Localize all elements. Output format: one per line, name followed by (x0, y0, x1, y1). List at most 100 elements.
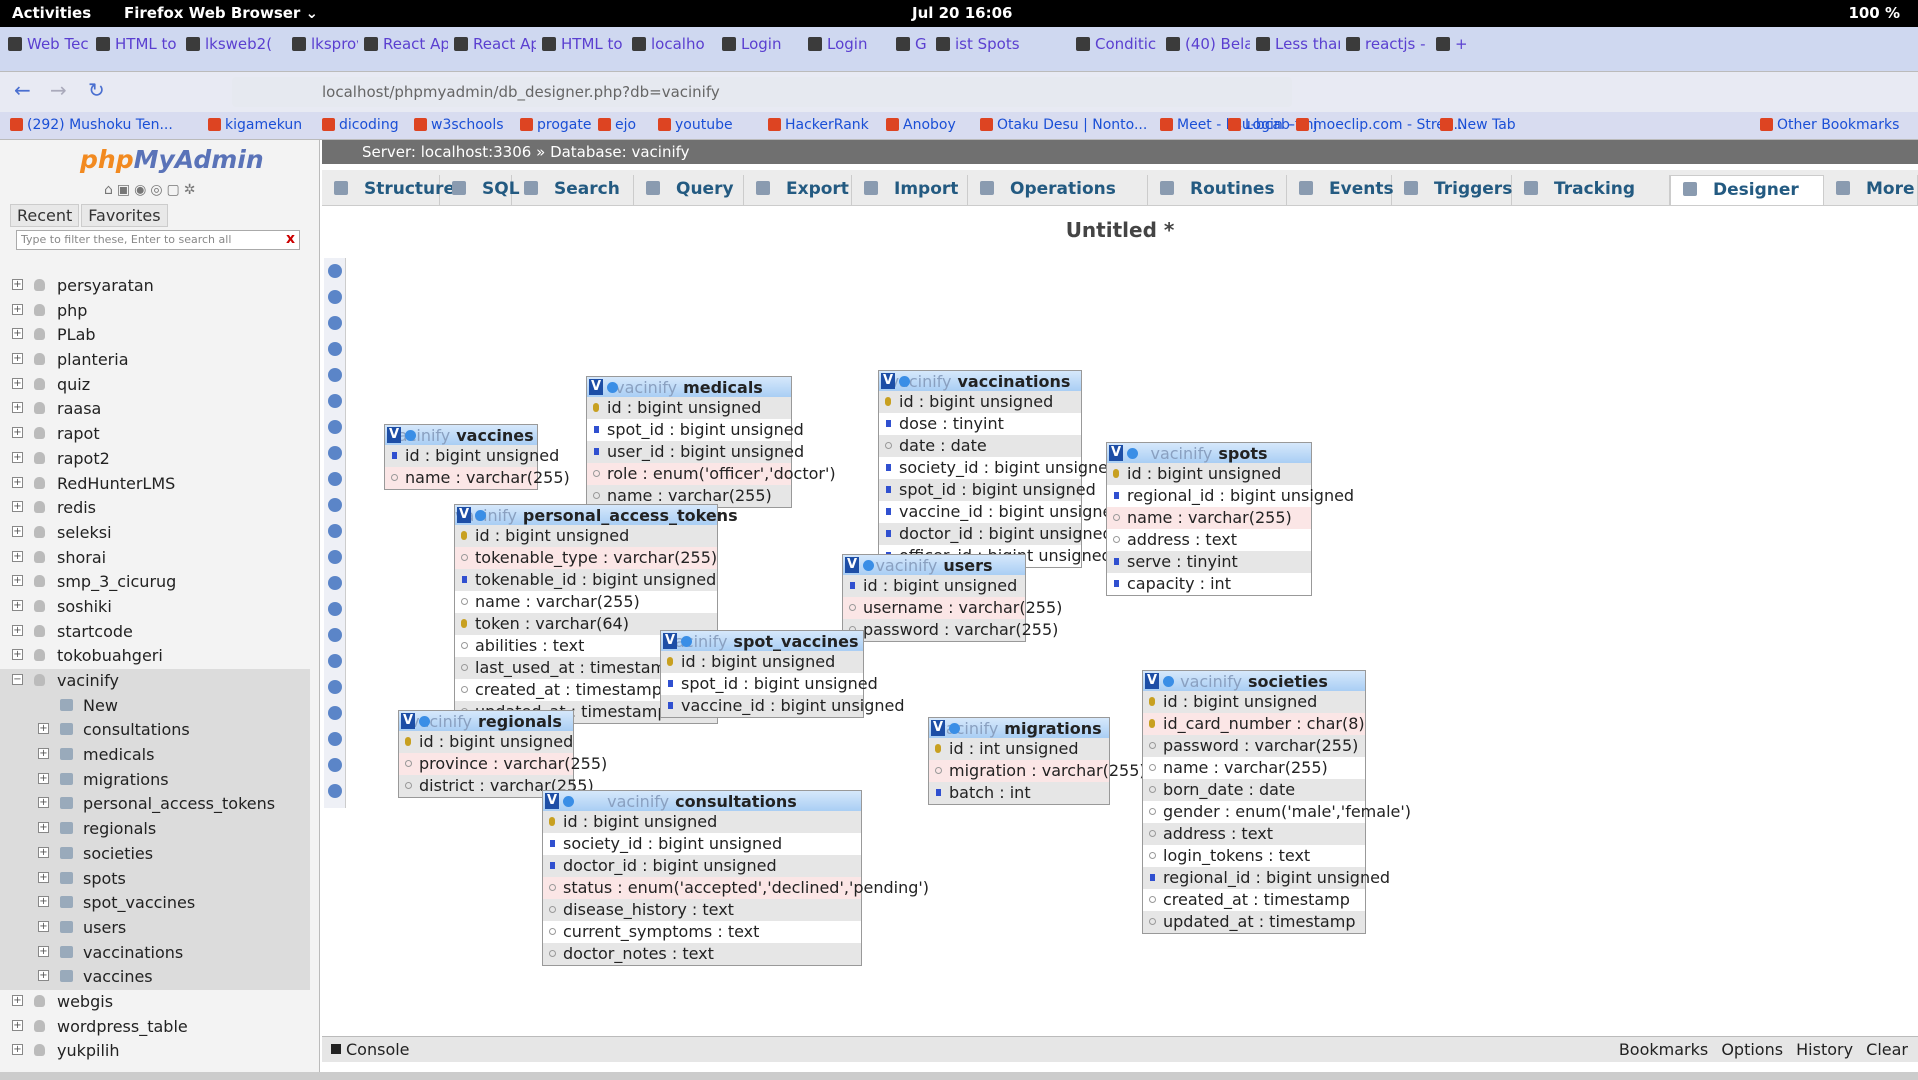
table-column-row[interactable]: disease_history : text (543, 899, 861, 921)
menu-tab-events[interactable]: Events (1287, 175, 1394, 205)
designer-tool-icon[interactable] (328, 680, 342, 694)
designer-table-regionals[interactable]: Vvacinify regionals id : bigint unsigned pr… (398, 710, 607, 798)
table-column-row[interactable]: id : bigint unsigned (843, 575, 1025, 597)
table-column-row[interactable]: id : bigint unsigned (385, 445, 559, 467)
menu-tab-triggers[interactable]: Triggers (1392, 175, 1512, 205)
table-column-row[interactable]: status : enum('accepted','declined','pen… (543, 877, 929, 899)
table-column-row[interactable]: doctor_id : bigint unsigned (543, 855, 861, 877)
table-column-row[interactable]: vaccine_id : bigint unsigned (661, 695, 905, 717)
designer-table-vaccinations[interactable]: Vvacinify vaccinations id : bigint unsigne… (878, 370, 1123, 568)
table-column-row[interactable]: id : bigint unsigned (399, 731, 573, 753)
horizontal-scrollbar[interactable] (0, 1072, 1918, 1080)
table-column-row[interactable]: username : varchar(255) (843, 597, 1062, 619)
tree-database-item[interactable]: + raasa (0, 397, 310, 422)
console-toggle[interactable]: Console (331, 1040, 410, 1059)
tree-database-item[interactable]: + rapot2 (0, 447, 310, 472)
expand-toggle-icon[interactable]: − (12, 674, 23, 685)
browser-tab[interactable]: lksweb2( (186, 35, 286, 65)
toggle-columns-icon[interactable]: V (401, 713, 415, 729)
table-column-row[interactable]: updated_at : timestamp (1143, 911, 1365, 933)
browser-tab[interactable]: + (1436, 35, 1474, 65)
table-column-row[interactable]: regional_id : bigint unsigned (1143, 867, 1390, 889)
table-column-row[interactable]: capacity : int (1107, 573, 1311, 595)
forward-icon[interactable]: → (50, 78, 67, 102)
tab-favorites[interactable]: Favorites (81, 204, 168, 227)
tree-table-item[interactable]: + consultations (0, 718, 310, 744)
table-column-row[interactable]: doctor_notes : text (543, 943, 861, 965)
table-column-row[interactable]: id : bigint unsigned (879, 391, 1081, 413)
activities-button[interactable]: Activities (12, 4, 91, 22)
browser-tab[interactable]: Login (808, 35, 890, 65)
table-column-row[interactable]: society_id : bigint unsigned (543, 833, 861, 855)
toggle-columns-icon[interactable]: V (845, 557, 859, 573)
browser-tab[interactable]: Web Tec (8, 35, 90, 65)
expand-toggle-icon[interactable]: + (38, 896, 49, 908)
bookmark-item[interactable]: youtube (658, 117, 733, 133)
expand-toggle-icon[interactable]: + (38, 748, 49, 760)
table-column-row[interactable]: name : varchar(255) (455, 591, 717, 613)
bookmark-item[interactable]: Login - (1228, 117, 1292, 133)
table-column-row[interactable]: role : enum('officer','doctor') (587, 463, 836, 485)
console-bookmarks-link[interactable]: Bookmarks (1619, 1040, 1708, 1059)
url-bar[interactable]: localhost/phpmyadmin/db_designer.php?db=… (232, 77, 1292, 107)
browser-tab[interactable]: HTML to JSX (96, 35, 180, 65)
table-column-row[interactable]: id : bigint unsigned (1107, 463, 1311, 485)
table-options-icon[interactable] (419, 716, 430, 727)
browser-tab[interactable]: (40) Bela (1166, 35, 1250, 65)
toggle-columns-icon[interactable]: V (387, 427, 401, 443)
tree-database-item[interactable]: − vacinify (0, 669, 310, 694)
table-column-row[interactable]: spot_id : bigint unsigned (879, 479, 1096, 501)
expand-toggle-icon[interactable]: + (12, 476, 23, 488)
expand-toggle-icon[interactable]: + (12, 451, 23, 463)
table-column-row[interactable]: name : varchar(255) (385, 467, 570, 489)
designer-tool-icon[interactable] (328, 472, 342, 486)
designer-table-societies[interactable]: Vvacinify societies id : bigint unsigned id… (1142, 670, 1411, 934)
tree-table-item[interactable]: + vaccines (0, 965, 310, 990)
menu-tab-designer[interactable]: Designer (1670, 175, 1824, 205)
menu-tab-tracking[interactable]: Tracking (1512, 175, 1670, 205)
designer-tool-icon[interactable] (328, 706, 342, 720)
tree-database-item[interactable]: + yukpilih (0, 1039, 310, 1064)
table-column-row[interactable]: gender : enum('male','female') (1143, 801, 1411, 823)
tree-table-item[interactable]: + spots (0, 866, 310, 892)
designer-tool-icon[interactable] (328, 368, 342, 382)
expand-toggle-icon[interactable]: + (12, 624, 23, 636)
clock[interactable]: Jul 20 16:06 (912, 4, 1012, 22)
designer-tool-icon[interactable] (328, 394, 342, 408)
designer-tool-icon[interactable] (328, 446, 342, 460)
designer-table-vaccines[interactable]: Vvacinify vaccines id : bigint unsigned nam… (384, 424, 570, 490)
tab-recent[interactable]: Recent (10, 204, 80, 227)
table-column-row[interactable]: born_date : date (1143, 779, 1365, 801)
designer-table-migrations[interactable]: Vvacinify migrations id : int unsigned migr… (928, 717, 1146, 805)
table-column-row[interactable]: id : bigint unsigned (455, 525, 717, 547)
phpmyadmin-logo[interactable]: phpMyAdmin (80, 145, 264, 174)
tree-database-item[interactable]: + wordpress_table (0, 1015, 310, 1040)
browser-tab[interactable]: HTML to JSX (542, 35, 626, 65)
table-column-row[interactable]: doctor_id : bigint unsigned (879, 523, 1113, 545)
table-options-icon[interactable] (563, 796, 574, 807)
designer-tool-icon[interactable] (328, 654, 342, 668)
table-header[interactable]: Vvacinify regionals (399, 711, 573, 731)
bookmark-item[interactable]: (292) Mushoku Ten... (10, 117, 173, 133)
table-options-icon[interactable] (405, 430, 416, 441)
app-menu[interactable]: Firefox Web Browser ⌄ (124, 4, 318, 22)
designer-tool-icon[interactable] (328, 420, 342, 434)
designer-tool-icon[interactable] (328, 758, 342, 772)
expand-toggle-icon[interactable]: + (12, 599, 23, 611)
tree-table-item[interactable]: + users (0, 915, 310, 941)
expand-toggle-icon[interactable]: + (38, 846, 49, 858)
table-column-row[interactable]: id : bigint unsigned (1143, 691, 1365, 713)
table-column-row[interactable]: dose : tinyint (879, 413, 1081, 435)
browser-tab[interactable]: React Ap (364, 35, 448, 65)
expand-toggle-icon[interactable]: + (12, 575, 23, 587)
tree-table-item[interactable]: + societies (0, 841, 310, 867)
designer-table-spots[interactable]: Vvacinify spots id : bigint unsigned region… (1106, 442, 1354, 596)
expand-toggle-icon[interactable]: + (38, 970, 49, 982)
table-column-row[interactable]: province : varchar(255) (399, 753, 607, 775)
designer-tool-icon[interactable] (328, 550, 342, 564)
designer-table-users[interactable]: Vvacinify users id : bigint unsigned userna… (842, 554, 1062, 642)
table-column-row[interactable]: password : varchar(255) (1143, 735, 1365, 757)
console-history-link[interactable]: History (1796, 1040, 1853, 1059)
browser-tab[interactable]: React Ap (454, 35, 536, 65)
table-column-row[interactable]: id_card_number : char(8) (1143, 713, 1365, 735)
